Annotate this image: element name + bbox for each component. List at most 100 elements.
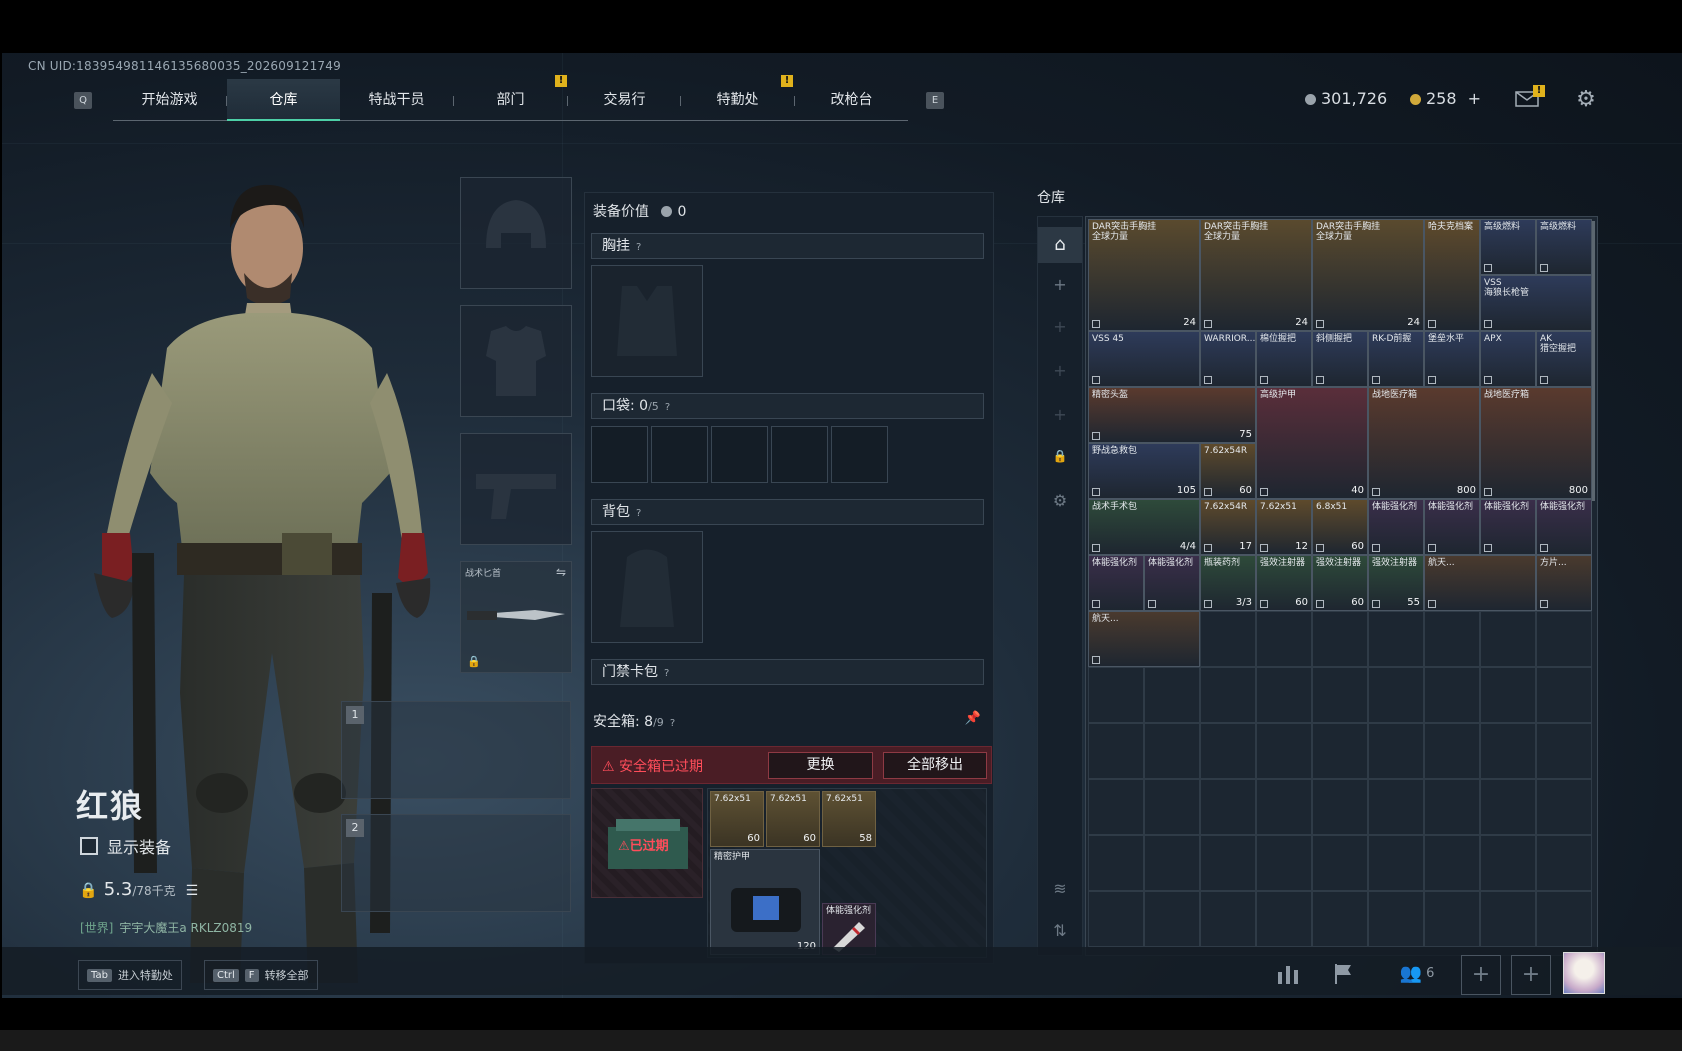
enter-special-ops-hint[interactable]: Tab 进入特勤处: [78, 960, 182, 990]
grid-cell[interactable]: [1200, 667, 1256, 723]
add-tab-icon[interactable]: +: [1038, 275, 1082, 294]
grid-cell[interactable]: [1312, 723, 1368, 779]
squad-members[interactable]: 👥 6: [1389, 954, 1445, 992]
grid-cell[interactable]: [1144, 779, 1200, 835]
tab-department[interactable]: 部门: [454, 79, 567, 121]
grid-cell[interactable]: [1256, 891, 1312, 947]
tab-warehouse[interactable]: 仓库: [227, 79, 340, 121]
chest-rig-slot[interactable]: [591, 265, 703, 377]
grid-cell[interactable]: [1200, 835, 1256, 891]
invite-slot-button[interactable]: +: [1511, 955, 1551, 995]
grid-cell[interactable]: [1312, 611, 1368, 667]
warehouse-item[interactable]: 7.62x51 12: [1256, 499, 1312, 555]
warehouse-item[interactable]: 堡垒水平: [1424, 331, 1480, 387]
grid-cell[interactable]: [1088, 667, 1144, 723]
grid-cell[interactable]: [1088, 779, 1144, 835]
grid-cell[interactable]: [1536, 779, 1592, 835]
warehouse-item[interactable]: 精密头盔 75: [1088, 387, 1256, 443]
warehouse-item[interactable]: 强效注射器 60: [1256, 555, 1312, 611]
grid-cell[interactable]: [1480, 667, 1536, 723]
backpack-slot[interactable]: [591, 531, 703, 643]
warehouse-item[interactable]: VSS 45: [1088, 331, 1200, 387]
grid-cell[interactable]: [1256, 667, 1312, 723]
grid-cell[interactable]: [1536, 667, 1592, 723]
warehouse-item[interactable]: DAR突击手胸挂 全球力量 24: [1200, 219, 1312, 331]
grid-cell[interactable]: [1088, 835, 1144, 891]
add-tab-icon[interactable]: +: [1038, 361, 1082, 380]
grid-cell[interactable]: [1144, 723, 1200, 779]
safebox-slot[interactable]: ⚠已过期: [591, 788, 703, 898]
sort-icon[interactable]: ⇅: [1038, 921, 1082, 940]
grid-cell[interactable]: [1536, 723, 1592, 779]
help-icon[interactable]: ?: [665, 402, 670, 413]
warehouse-item[interactable]: 体能强化剂: [1536, 499, 1592, 555]
grid-cell[interactable]: [1480, 723, 1536, 779]
warehouse-item[interactable]: 斜侧握把: [1312, 331, 1368, 387]
transfer-all-hint[interactable]: Ctrl F 转移全部: [204, 960, 318, 990]
nav-prev-key[interactable]: Q: [74, 92, 92, 109]
grid-cell[interactable]: [1144, 891, 1200, 947]
layers-icon[interactable]: ≋: [1038, 879, 1082, 898]
grid-cell[interactable]: [1536, 835, 1592, 891]
grid-cell[interactable]: [1424, 723, 1480, 779]
warehouse-item[interactable]: 体能强化剂: [1144, 555, 1200, 611]
tab-start-game[interactable]: 开始游戏: [113, 79, 226, 121]
player-avatar[interactable]: [1563, 952, 1605, 994]
grid-cell[interactable]: [1256, 723, 1312, 779]
safebox-item[interactable]: 7.62x51 60: [766, 791, 820, 847]
nav-next-key[interactable]: E: [926, 92, 944, 109]
grid-cell[interactable]: [1424, 779, 1480, 835]
grid-cell[interactable]: [1256, 779, 1312, 835]
warehouse-item[interactable]: DAR突击手胸挂 全球力量 24: [1088, 219, 1200, 331]
stats-chart-icon[interactable]: [1269, 954, 1307, 992]
warehouse-item[interactable]: 高级护甲 40: [1256, 387, 1368, 499]
warehouse-item[interactable]: 方片...: [1536, 555, 1592, 611]
pocket-slot[interactable]: [651, 426, 708, 483]
tab-gunsmith[interactable]: 改枪台: [795, 79, 908, 121]
grid-cell[interactable]: [1200, 779, 1256, 835]
grid-cell[interactable]: [1368, 611, 1424, 667]
settings-gear-icon[interactable]: ⚙: [1574, 87, 1598, 112]
warehouse-item[interactable]: 高级燃料: [1480, 219, 1536, 275]
warehouse-home-icon[interactable]: ⌂: [1038, 227, 1082, 263]
grid-cell[interactable]: [1200, 723, 1256, 779]
warehouse-item[interactable]: 哈夫克档案: [1424, 219, 1480, 331]
pocket-slot[interactable]: [591, 426, 648, 483]
warehouse-item[interactable]: DAR突击手胸挂 全球力量 24: [1312, 219, 1424, 331]
warehouse-item[interactable]: 高级燃料: [1536, 219, 1592, 275]
melee-slot[interactable]: 战术匕首 ⇋ 🔒: [460, 561, 572, 673]
grid-cell[interactable]: [1424, 667, 1480, 723]
grid-cell[interactable]: [1312, 835, 1368, 891]
grid-cell[interactable]: [1256, 835, 1312, 891]
grid-cell[interactable]: [1480, 779, 1536, 835]
warehouse-item[interactable]: 体能强化剂: [1088, 555, 1144, 611]
warehouse-item[interactable]: VSS 海狼长枪管: [1480, 275, 1592, 331]
sidearm-slot[interactable]: [460, 433, 572, 545]
weight-details-icon[interactable]: ☰: [186, 883, 199, 899]
grid-cell[interactable]: [1088, 723, 1144, 779]
tab-trade[interactable]: 交易行: [568, 79, 681, 121]
replace-button[interactable]: 更换: [768, 752, 873, 779]
grid-cell[interactable]: [1256, 611, 1312, 667]
grid-cell[interactable]: [1536, 611, 1592, 667]
tab-operators[interactable]: 特战干员: [340, 79, 453, 121]
tab-special-ops[interactable]: 特勤处: [681, 79, 794, 121]
warehouse-item[interactable]: 野战急救包 105: [1088, 443, 1200, 499]
pin-icon[interactable]: 📌: [965, 711, 981, 726]
helmet-slot[interactable]: [460, 177, 572, 289]
warehouse-item[interactable]: APX: [1480, 331, 1536, 387]
pocket-slot[interactable]: [831, 426, 888, 483]
grid-cell[interactable]: [1312, 779, 1368, 835]
grid-cell[interactable]: [1424, 611, 1480, 667]
warehouse-item[interactable]: 强效注射器 60: [1312, 555, 1368, 611]
safebox-item[interactable]: 7.62x51 60: [710, 791, 764, 847]
grid-cell[interactable]: [1200, 611, 1256, 667]
show-equipment-toggle[interactable]: 显示装备: [80, 834, 171, 858]
swap-icon[interactable]: ⇋: [556, 565, 566, 579]
primary-weapon-slot-2[interactable]: 2: [341, 814, 571, 912]
pocket-slot[interactable]: [771, 426, 828, 483]
flag-icon[interactable]: [1325, 954, 1363, 992]
safebox-item[interactable]: 精密护甲 120: [710, 849, 820, 955]
safebox-item[interactable]: 7.62x51 58: [822, 791, 876, 847]
warehouse-item[interactable]: 棉位握把: [1256, 331, 1312, 387]
